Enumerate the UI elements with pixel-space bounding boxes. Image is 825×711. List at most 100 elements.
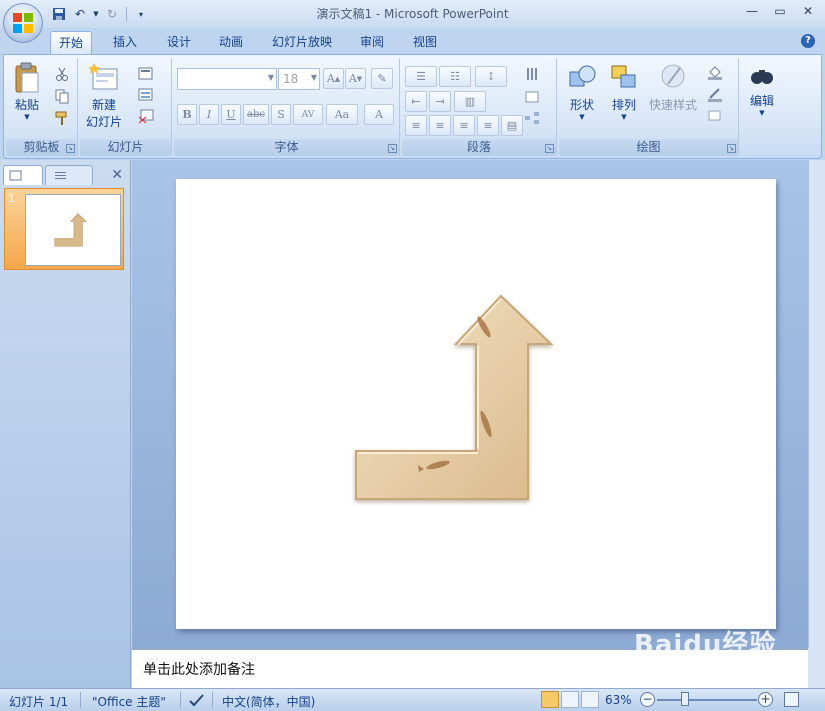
tab-slides[interactable] bbox=[3, 165, 43, 185]
font-color-icon[interactable]: A bbox=[364, 104, 394, 125]
align-text-icon[interactable] bbox=[524, 89, 540, 105]
tab-view[interactable]: 视图 bbox=[405, 31, 445, 54]
edit-dropdown-icon: ▼ bbox=[759, 109, 765, 117]
shapes-dropdown-icon: ▼ bbox=[579, 113, 585, 121]
arrange-dropdown-icon: ▼ bbox=[621, 113, 627, 121]
edit-button[interactable]: 编辑 ▼ bbox=[747, 64, 777, 117]
new-slide-button[interactable]: 新建 幻灯片 bbox=[86, 62, 122, 130]
align-center-icon[interactable]: ≡ bbox=[429, 115, 451, 136]
layout-icon[interactable] bbox=[138, 66, 154, 82]
slide-count: 幻灯片 1/1 bbox=[9, 695, 69, 709]
normal-view-icon[interactable] bbox=[541, 691, 559, 708]
line-spacing-icon[interactable]: ↕ bbox=[475, 66, 507, 87]
shape-outline-icon[interactable] bbox=[707, 86, 723, 102]
customize-toolbar-icon[interactable]: ▾ bbox=[132, 6, 150, 22]
pane-tabs: ✕ bbox=[0, 163, 131, 185]
minimize-button[interactable]: — bbox=[739, 2, 765, 20]
italic-icon[interactable]: I bbox=[199, 104, 219, 125]
distributed-icon[interactable]: ▤ bbox=[501, 115, 523, 136]
increase-indent-icon[interactable]: ⇥ bbox=[429, 91, 451, 112]
help-icon[interactable]: ? bbox=[801, 34, 815, 48]
grow-font-icon[interactable]: A ▲ bbox=[323, 68, 344, 89]
shape-effects-icon[interactable] bbox=[707, 108, 723, 124]
slide-vertical-scrollbar[interactable] bbox=[808, 160, 825, 648]
tab-outline[interactable] bbox=[45, 165, 93, 185]
delete-slide-icon[interactable] bbox=[138, 108, 154, 124]
drawing-launcher-icon[interactable]: ↘ bbox=[727, 144, 736, 153]
paragraph-group-label: 段落 bbox=[402, 139, 556, 156]
clipboard-launcher-icon[interactable]: ↘ bbox=[66, 144, 75, 153]
smartart-icon[interactable] bbox=[524, 110, 540, 126]
character-spacing-icon[interactable]: AV bbox=[293, 104, 323, 125]
zoom-slider-thumb[interactable] bbox=[681, 692, 689, 706]
zoom-slider-track[interactable] bbox=[657, 699, 757, 701]
arrange-button[interactable]: 排列 ▼ bbox=[609, 62, 639, 121]
strikethrough-icon[interactable]: abc bbox=[243, 104, 269, 125]
new-slide-label-2: 幻灯片 bbox=[86, 115, 123, 129]
redo-icon[interactable]: ↻ bbox=[103, 6, 121, 22]
underline-icon[interactable]: U bbox=[221, 104, 241, 125]
clipboard-icon bbox=[12, 62, 42, 94]
theme-name: "Office 主题" bbox=[92, 695, 166, 709]
spell-check-icon[interactable] bbox=[188, 693, 206, 710]
paste-dropdown-icon: ▼ bbox=[24, 113, 30, 121]
numbering-icon[interactable]: ☷ bbox=[439, 66, 471, 87]
cut-icon[interactable] bbox=[54, 66, 70, 82]
office-logo-icon bbox=[13, 13, 33, 33]
bullets-icon[interactable]: ☰ bbox=[405, 66, 437, 87]
slide-show-view-icon[interactable] bbox=[581, 691, 599, 708]
text-direction-icon[interactable] bbox=[524, 66, 540, 82]
undo-icon[interactable]: ↶ bbox=[71, 6, 89, 22]
tab-home[interactable]: 开始 bbox=[50, 31, 93, 54]
align-left-icon[interactable]: ≡ bbox=[405, 115, 427, 136]
shrink-font-icon[interactable]: A ▼ bbox=[345, 68, 366, 89]
notes-placeholder[interactable]: 单击此处添加备注 bbox=[143, 659, 255, 679]
tab-insert[interactable]: 插入 bbox=[105, 31, 145, 54]
zoom-out-icon[interactable]: − bbox=[640, 692, 655, 707]
tab-design[interactable]: 设计 bbox=[159, 31, 199, 54]
clear-formatting-icon[interactable]: ✎ bbox=[371, 68, 393, 89]
paragraph-group: ☰ ☷ ↕ ⇤ ⇥ ▥ ≡ ≡ ≡ ≡ ▤ 段落 ↘ bbox=[402, 58, 557, 156]
format-painter-icon[interactable] bbox=[54, 110, 70, 126]
font-size-select[interactable]: 18 ▼ bbox=[278, 68, 320, 90]
slide-thumbnail-preview bbox=[25, 194, 121, 266]
zoom-level[interactable]: 63% bbox=[605, 693, 632, 707]
tab-animations[interactable]: 动画 bbox=[211, 31, 251, 54]
align-right-icon[interactable]: ≡ bbox=[453, 115, 475, 136]
slide-canvas[interactable] bbox=[176, 179, 776, 629]
bent-up-arrow-shape[interactable] bbox=[176, 179, 776, 629]
font-family-select[interactable]: ▼ bbox=[177, 68, 277, 90]
paragraph-launcher-icon[interactable]: ↘ bbox=[545, 144, 554, 153]
shape-fill-icon[interactable] bbox=[707, 64, 723, 80]
slides-group-label: 幻灯片 bbox=[80, 139, 171, 156]
save-icon[interactable] bbox=[50, 6, 68, 22]
decrease-indent-icon[interactable]: ⇤ bbox=[405, 91, 427, 112]
reset-slide-icon[interactable] bbox=[138, 87, 154, 103]
zoom-in-icon[interactable]: + bbox=[758, 692, 773, 707]
slide-thumbnail[interactable]: 1 bbox=[4, 188, 124, 270]
undo-dropdown-icon[interactable]: ▼ bbox=[92, 6, 100, 22]
maximize-button[interactable]: ▭ bbox=[767, 2, 793, 20]
close-button[interactable]: ✕ bbox=[795, 2, 821, 20]
text-shadow-icon[interactable]: S bbox=[271, 104, 291, 125]
shapes-button[interactable]: 形状 ▼ bbox=[567, 62, 597, 121]
paste-button[interactable]: 粘贴 ▼ bbox=[12, 62, 42, 121]
quick-styles-button[interactable]: 快速样式 bbox=[649, 62, 697, 113]
tab-slide-show[interactable]: 幻灯片放映 bbox=[264, 31, 340, 54]
columns-icon[interactable]: ▥ bbox=[454, 91, 486, 112]
language-indicator[interactable]: 中文(简体，中国) bbox=[222, 693, 315, 710]
fit-slide-icon[interactable] bbox=[784, 692, 799, 707]
notes-scrollbar[interactable] bbox=[808, 648, 825, 688]
tab-review[interactable]: 审阅 bbox=[352, 31, 392, 54]
bold-icon[interactable]: B bbox=[177, 104, 197, 125]
binoculars-icon bbox=[747, 64, 777, 90]
office-button[interactable] bbox=[3, 3, 43, 43]
title-bar: 演示文稿1 - Microsoft PowerPoint ↶ ▼ ↻ ▾ — ▭… bbox=[0, 0, 825, 28]
font-launcher-icon[interactable]: ↘ bbox=[388, 144, 397, 153]
pane-close-icon[interactable]: ✕ bbox=[111, 167, 123, 183]
slide-sorter-view-icon[interactable] bbox=[561, 691, 579, 708]
new-slide-icon bbox=[88, 62, 119, 94]
copy-icon[interactable] bbox=[54, 88, 70, 104]
justify-icon[interactable]: ≡ bbox=[477, 115, 499, 136]
change-case-icon[interactable]: Aa bbox=[326, 104, 358, 125]
